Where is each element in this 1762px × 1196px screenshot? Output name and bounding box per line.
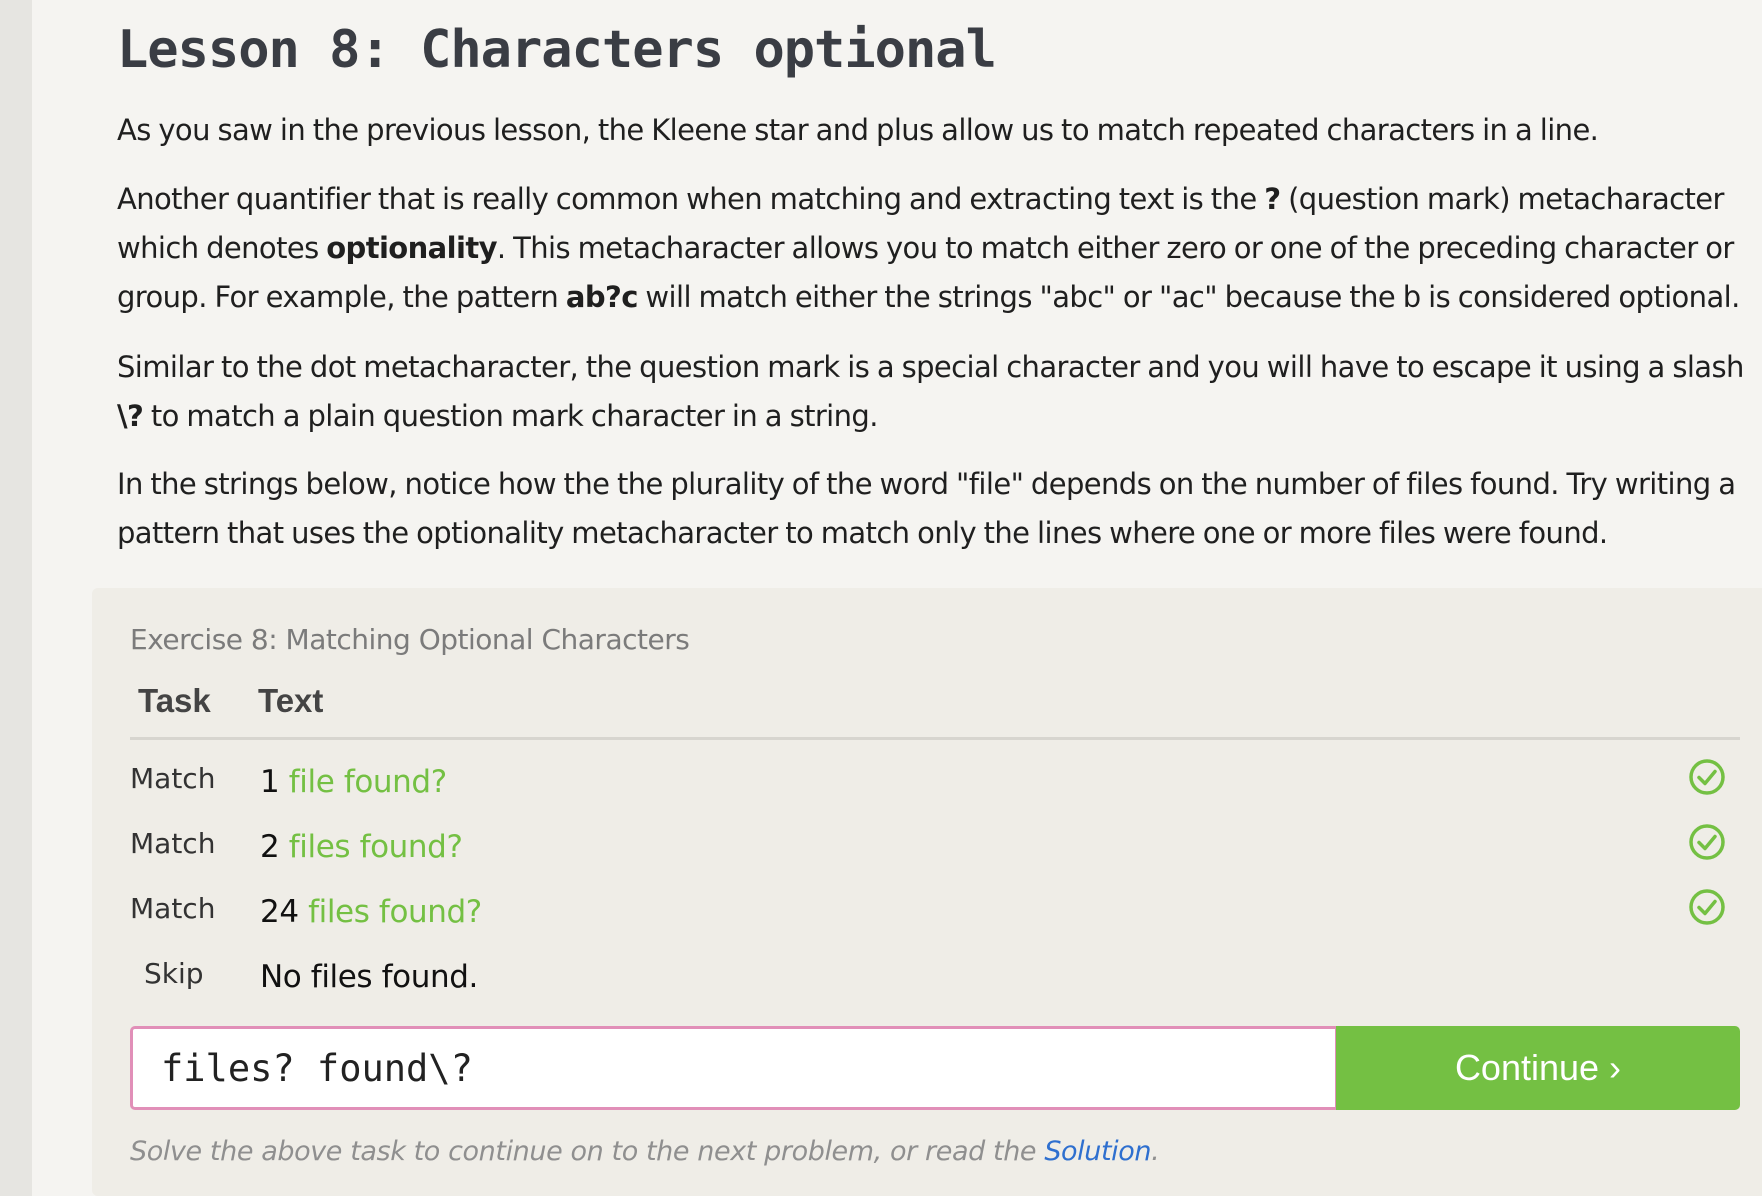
text: to match a plain question mark character… (143, 399, 879, 433)
solution-link[interactable]: Solution (1044, 1136, 1151, 1167)
instructions-paragraph: In the strings below, notice how the the… (117, 467, 1736, 550)
matched-text: files found? (308, 894, 482, 930)
optionality-paragraph: Another quantifier that is really common… (117, 175, 1762, 322)
text: Another quantifier that is really common… (117, 182, 1265, 216)
text: Similar to the dot metacharacter, the qu… (117, 350, 1744, 384)
regex-input[interactable] (130, 1026, 1338, 1110)
task-label: Match (130, 827, 216, 860)
task-label: Match (130, 762, 216, 795)
left-rail (0, 0, 32, 1196)
text-column-header: Text (258, 682, 324, 719)
hint-text: Solve the above task to continue on to t… (130, 1136, 1160, 1167)
exercise-title: Exercise 8: Matching Optional Characters (130, 623, 690, 656)
example-pattern: ab?c (565, 280, 639, 314)
question-mark-term: ? (1264, 182, 1281, 216)
escape-paragraph: Similar to the dot metacharacter, the qu… (117, 343, 1762, 441)
test-string: 2 files found? (260, 829, 463, 865)
unmatched-text: 24 (260, 894, 309, 930)
continue-button[interactable]: Continue › (1336, 1026, 1740, 1110)
lesson-title: Lesson 8: Characters optional (117, 20, 997, 80)
test-string: 1 file found? (260, 764, 447, 800)
matched-text: file found? (288, 764, 447, 800)
check-icon (1689, 824, 1725, 860)
header-divider (130, 737, 1740, 740)
exercise-panel: Exercise 8: Matching Optional Characters… (92, 588, 1762, 1196)
lesson-page: Lesson 8: Characters optional As you saw… (32, 0, 1762, 1196)
table-row: Match 2 files found? (130, 823, 1740, 883)
pattern-entry: Continue › (130, 1026, 1740, 1110)
table-row: Skip No files found. (130, 953, 1740, 1013)
task-label: Match (130, 892, 216, 925)
task-column-header: Task (138, 682, 211, 719)
matched-text: files found? (288, 829, 463, 865)
task-label: Skip (144, 957, 204, 990)
hint-prefix: Solve the above task to continue on to t… (130, 1136, 1045, 1167)
table-row: Match 24 files found? (130, 888, 1740, 948)
unmatched-text: 1 (260, 764, 289, 800)
table-row: Match 1 file found? (130, 758, 1740, 818)
text: will match either the strings "abc" or "… (637, 280, 1740, 314)
hint-suffix: . (1151, 1136, 1160, 1167)
optionality-term: optionality (326, 231, 497, 265)
escaped-question-mark: \? (117, 399, 144, 433)
check-icon (1689, 759, 1725, 795)
test-string: No files found. (260, 959, 478, 995)
unmatched-text: 2 (260, 829, 289, 865)
check-icon (1689, 889, 1725, 925)
intro-paragraph: As you saw in the previous lesson, the K… (117, 113, 1599, 147)
unmatched-text: No files found. (260, 959, 478, 995)
test-string: 24 files found? (260, 894, 482, 930)
